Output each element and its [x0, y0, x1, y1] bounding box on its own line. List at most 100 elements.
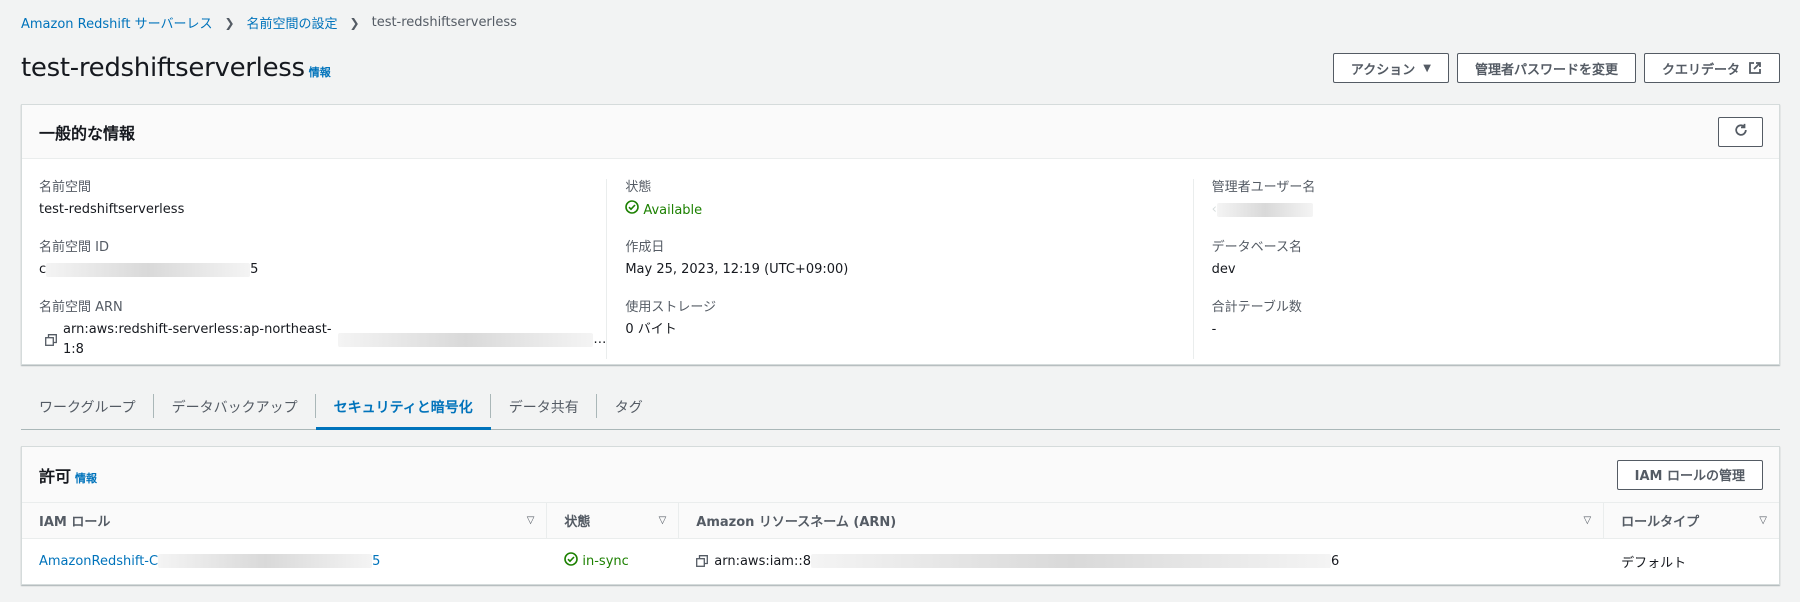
tab-bar: ワークグループ データバックアップ セキュリティと暗号化 データ共有 タグ [21, 384, 1780, 430]
tab-tags[interactable]: タグ [597, 384, 661, 429]
sort-caret-icon[interactable]: ▽ [527, 515, 535, 526]
tab-datashare[interactable]: データ共有 [491, 384, 597, 429]
iam-role-cell: AmazonRedshift-C 5 [22, 554, 547, 569]
namespace-arn-field: 名前空間 ARN arn:aws:redshift-serverless:ap-… [39, 299, 606, 359]
refresh-button[interactable] [1718, 116, 1763, 147]
iam-role-prefix: AmazonRedshift-C [39, 553, 159, 569]
tab-label: データバックアップ [171, 399, 298, 416]
namespace-label: 名前空間 [39, 180, 92, 195]
redacted-block [158, 554, 373, 568]
manage-iam-roles-button[interactable]: IAM ロールの管理 [1616, 459, 1763, 490]
tab-security-encryption[interactable]: セキュリティと暗号化 [315, 384, 491, 430]
page-title: test-redshiftserverless [21, 53, 305, 83]
manage-iam-roles-label: IAM ロールの管理 [1634, 469, 1745, 484]
breadcrumb-redshift-serverless[interactable]: Amazon Redshift サーバーレス [21, 13, 212, 32]
breadcrumb: Amazon Redshift サーバーレス ❯ 名前空間の設定 ❯ test-… [21, 13, 517, 32]
column-header-role-type[interactable]: ロールタイプ ▽ [1604, 503, 1779, 538]
created-label: 作成日 [625, 240, 665, 255]
namespace-arn-text: arn:aws:redshift-serverless:ap-northeast… [63, 322, 332, 357]
status-label: 状態 [625, 180, 652, 195]
permissions-info-link[interactable]: 情報 [75, 470, 97, 486]
redacted-block [338, 333, 594, 347]
namespace-value: test-redshiftserverless [39, 202, 185, 217]
sort-caret-icon[interactable]: ▽ [1583, 515, 1591, 526]
refresh-icon [1734, 123, 1748, 140]
tables-field: 合計テーブル数 - [1212, 299, 1779, 359]
column-header-label: Amazon リソースネーム (ARN) [696, 515, 897, 530]
tables-label: 合計テーブル数 [1211, 300, 1302, 315]
storage-field: 使用ストレージ 0 バイト [625, 299, 1192, 359]
sort-caret-icon[interactable]: ▽ [659, 515, 667, 526]
redacted-block [811, 554, 1331, 568]
general-info-title: 一般的な情報 [39, 123, 136, 143]
permissions-title-wrap: 許可 情報 [39, 463, 97, 487]
query-data-label: クエリデータ [1661, 62, 1740, 78]
namespace-id-prefix: c [39, 262, 47, 277]
namespace-id-field: 名前空間 ID c 5 [39, 239, 606, 299]
caret-down-icon: ▼ [1423, 62, 1431, 74]
namespace-id-suffix: 5 [250, 262, 259, 277]
redacted-block [1216, 203, 1313, 217]
status-field: 状態 Available [625, 179, 1192, 239]
role-type-cell: デフォルト [1621, 555, 1687, 571]
namespace-field: 名前空間 test-redshiftserverless [39, 179, 606, 239]
copy-icon[interactable] [45, 334, 57, 346]
table-row: AmazonRedshift-C 5 in-sync arn:aws:iam::… [22, 539, 1779, 583]
tab-label: データ共有 [508, 399, 579, 416]
created-value: May 25, 2023, 12:19 (UTC+09:00) [625, 262, 849, 277]
tab-label: タグ [614, 399, 643, 416]
permissions-header: 許可 情報 IAM ロールの管理 [22, 447, 1779, 503]
tab-label: セキュリティと暗号化 [333, 399, 473, 416]
check-circle-icon [564, 552, 579, 570]
status-in-sync: in-sync [564, 552, 629, 570]
change-admin-password-button[interactable]: 管理者パスワードを変更 [1456, 53, 1636, 83]
column-header-label: IAM ロール [39, 515, 111, 530]
status-value: Available [625, 200, 1192, 221]
storage-label: 使用ストレージ [625, 300, 717, 315]
namespace-arn-value: arn:aws:redshift-serverless:ap-northeast… [39, 320, 606, 360]
namespace-arn-ellipsis: … [593, 332, 607, 347]
tab-data-backup[interactable]: データバックアップ [154, 384, 316, 429]
general-info-header: 一般的な情報 [22, 105, 1779, 159]
general-info-panel: 一般的な情報 名前空間 test-redshiftserverless 名前空間… [21, 104, 1780, 365]
tab-workgroup[interactable]: ワークグループ [21, 384, 154, 429]
permissions-panel: 許可 情報 IAM ロールの管理 IAM ロール ▽ 状態 ▽ Amazon リ… [21, 446, 1780, 585]
chevron-right-icon: ❯ [349, 15, 360, 30]
namespace-id-value: c 5 [39, 260, 606, 280]
admin-user-field: 管理者ユーザー名 ‹ [1212, 179, 1779, 239]
general-info-col-3: 管理者ユーザー名 ‹ データベース名 dev 合計テーブル数 - [1194, 179, 1779, 359]
actions-button-label: アクション [1350, 62, 1416, 78]
breadcrumb-namespace-settings[interactable]: 名前空間の設定 [247, 13, 338, 32]
status-text: Available [643, 202, 703, 218]
info-link[interactable]: 情報 [309, 64, 331, 80]
column-header-iam-role[interactable]: IAM ロール ▽ [22, 503, 548, 538]
status-cell: in-sync [547, 552, 679, 570]
general-info-col-1: 名前空間 test-redshiftserverless 名前空間 ID c 5… [22, 179, 608, 359]
query-data-button[interactable]: クエリデータ [1643, 53, 1780, 83]
status-available: Available [625, 200, 702, 221]
external-link-icon [1748, 61, 1762, 75]
database-value: dev [1211, 262, 1236, 277]
breadcrumb-current: test-redshiftserverless [371, 15, 517, 30]
tables-value: - [1211, 322, 1217, 337]
column-header-status[interactable]: 状態 ▽ [547, 503, 680, 538]
actions-button[interactable]: アクション ▼ [1332, 53, 1449, 83]
admin-user-value: ‹ [1212, 200, 1779, 220]
status-text: in-sync [582, 553, 629, 569]
admin-user-label: 管理者ユーザー名 [1211, 180, 1316, 195]
arn-prefix: arn:aws:iam::8 [714, 553, 811, 569]
column-header-arn[interactable]: Amazon リソースネーム (ARN) ▽ [679, 503, 1605, 538]
iam-role-suffix: 5 [372, 553, 381, 569]
copy-icon[interactable] [696, 555, 709, 567]
redacted-block [46, 263, 251, 277]
header-buttons: アクション ▼ 管理者パスワードを変更 クエリデータ [1332, 53, 1780, 83]
page-header: test-redshiftserverless 情報 アクション ▼ 管理者パス… [21, 50, 1780, 86]
iam-role-link[interactable]: AmazonRedshift-C 5 [39, 554, 380, 569]
arn-suffix: 6 [1331, 553, 1340, 569]
general-info-columns: 名前空間 test-redshiftserverless 名前空間 ID c 5… [22, 159, 1779, 359]
sort-caret-icon[interactable]: ▽ [1759, 515, 1767, 526]
iam-table-header: IAM ロール ▽ 状態 ▽ Amazon リソースネーム (ARN) ▽ ロー… [22, 503, 1779, 539]
namespace-id-label: 名前空間 ID [39, 240, 109, 255]
created-field: 作成日 May 25, 2023, 12:19 (UTC+09:00) [625, 239, 1192, 299]
general-info-col-2: 状態 Available 作成日 May 25, 2023, 12:19 (UT… [607, 179, 1194, 359]
